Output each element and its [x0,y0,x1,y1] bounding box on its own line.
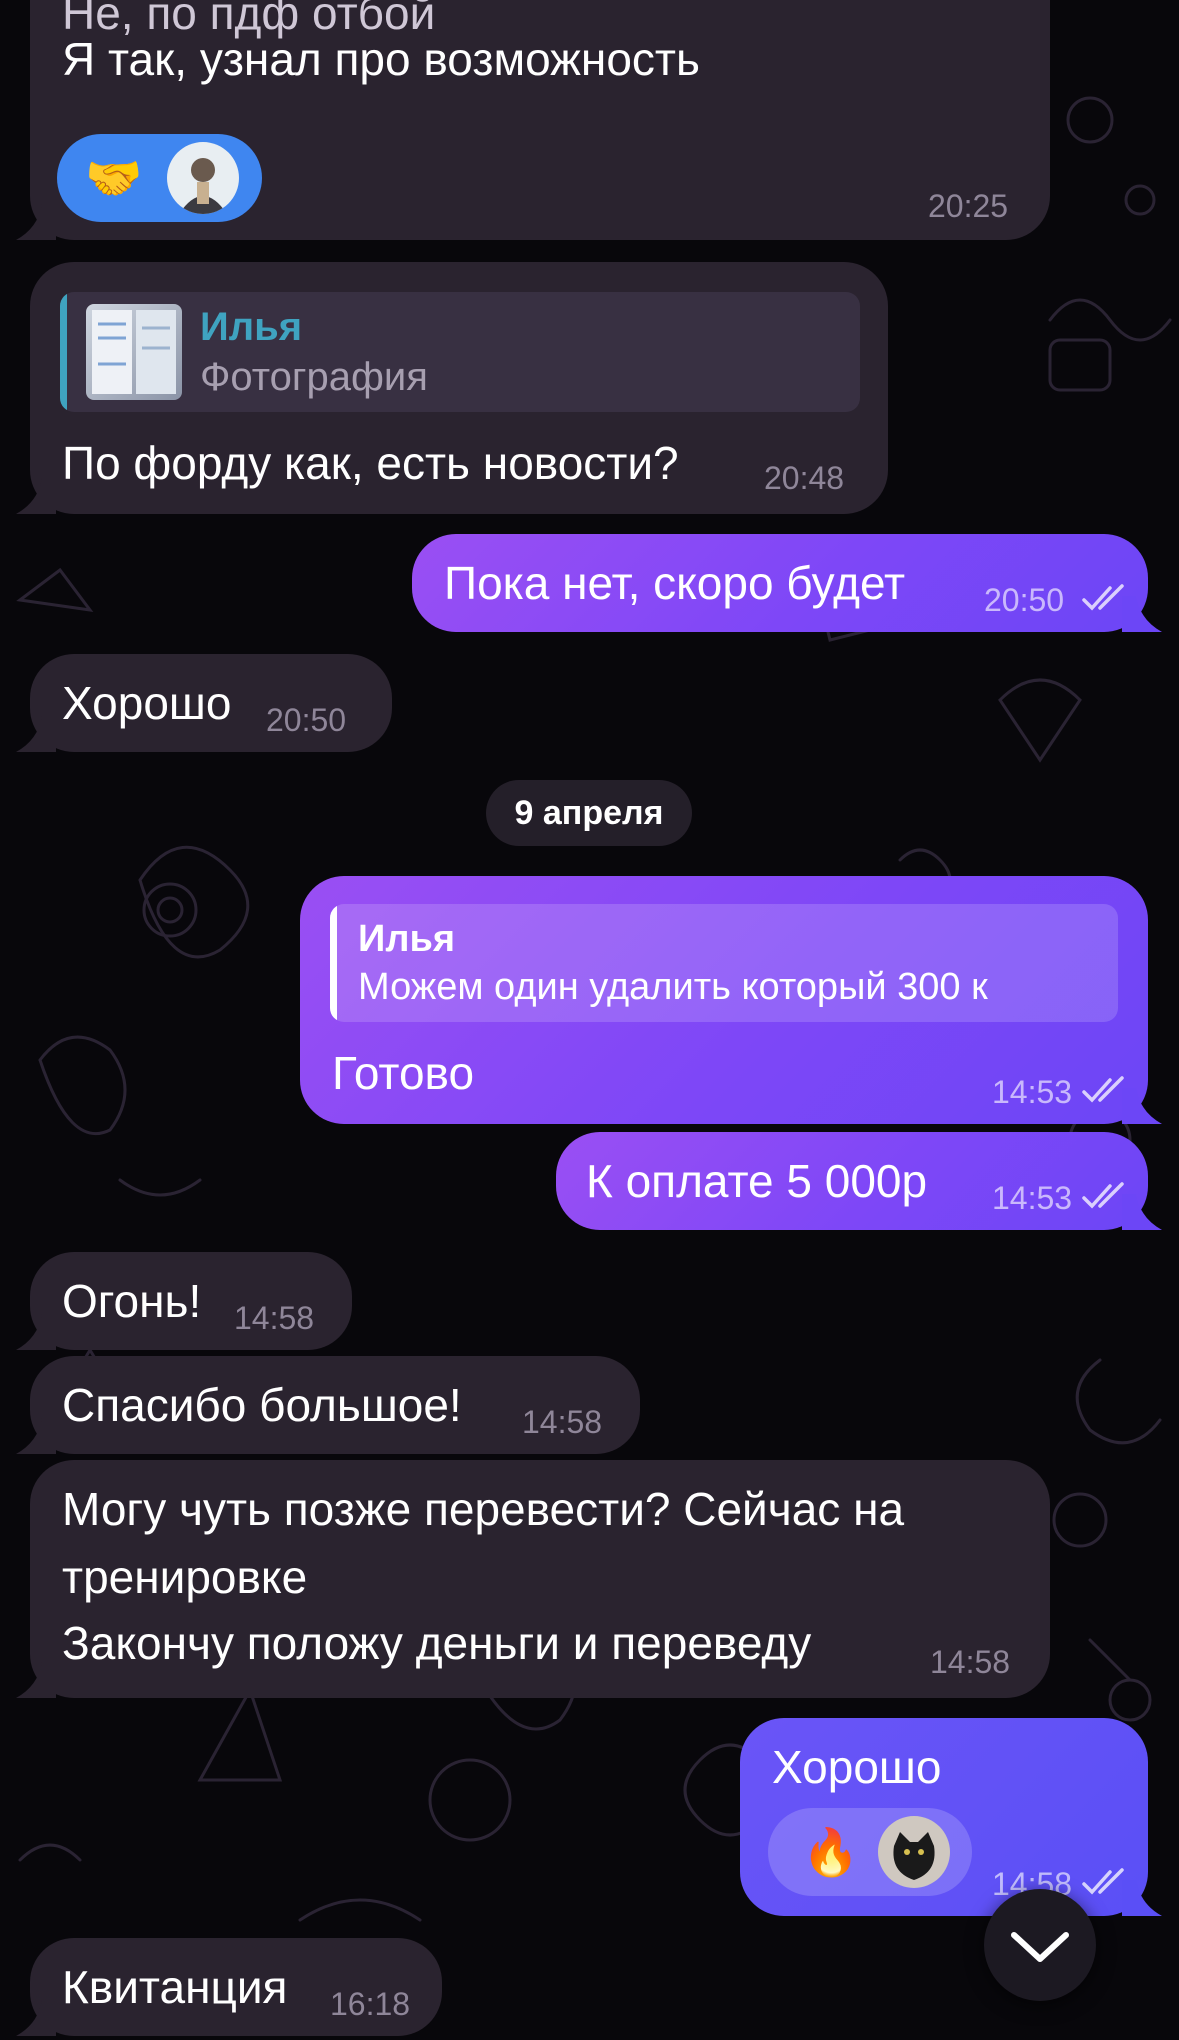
bubble-tail [16,1418,56,1454]
reaction-pill[interactable]: 🤝 [57,134,262,222]
message-time: 14:53 [992,1180,1073,1216]
reply-accent-bar [330,904,337,1022]
reply-accent-bar [60,292,67,412]
handshake-icon: 🤝 [85,152,143,204]
reply-author: Илья [358,918,455,960]
message-time: 14:53 [992,1074,1073,1110]
reply-text: Можем один удалить который 300 к [358,966,988,1008]
reaction-pill[interactable]: 🔥 [768,1808,972,1896]
reactor-avatar [878,1816,950,1888]
bubble-tail [16,1314,56,1350]
message-text: Квитанция [62,1961,288,2013]
message-text: тренировке [62,1551,308,1603]
bubble-tail [16,716,56,752]
double-check-icon [1082,1182,1124,1209]
bubble-tail [1122,1880,1162,1916]
outgoing-message[interactable]: Илья Можем один удалить который 300 к Го… [300,876,1162,1124]
incoming-message[interactable]: Не, по пдф отбой Я так, узнал про возмож… [16,0,1050,240]
message-text: Могу чуть позже перевести? Сейчас на [62,1483,905,1535]
scroll-to-bottom-button[interactable] [984,1889,1096,2001]
message-text: Готово [332,1047,475,1099]
double-check-icon [1082,584,1124,611]
message-time: 20:50 [984,582,1065,618]
message-text: Я так, узнал про возможность [62,33,700,85]
reply-preview[interactable]: Илья Можем один удалить который 300 к [330,904,1118,1022]
message-time: 14:58 [930,1644,1011,1680]
message-text: По форду как, есть новости? [62,437,679,489]
fire-icon: 🔥 [802,1826,860,1878]
incoming-message[interactable]: Могу чуть позже перевести? Сейчас на тре… [16,1460,1050,1698]
date-separator: 9 апреля [486,780,692,846]
incoming-message[interactable]: Спасибо большое! 14:58 [16,1356,640,1454]
chevron-down-icon [1011,1932,1069,1962]
message-text: Огонь! [62,1275,202,1327]
double-check-icon [1082,1076,1124,1103]
incoming-message[interactable]: Огонь! 14:58 [16,1252,352,1350]
bubble-tail [1122,1194,1162,1230]
message-text: Закончу положу деньги и переведу [62,1617,812,1669]
bubble-tail [1122,1088,1162,1124]
incoming-message[interactable]: Квитанция 16:18 [16,1938,442,2036]
outgoing-message[interactable]: Хорошо 🔥 14:58 [740,1718,1162,1916]
message-time: 20:48 [764,460,845,496]
reactor-avatar [167,142,239,214]
message-time: 20:25 [928,188,1009,224]
reply-text: Фотография [200,355,428,399]
bubble-tail [16,204,56,240]
bubble-tail [1122,596,1162,632]
reply-author: Илья [200,305,303,349]
message-time: 14:58 [234,1300,315,1336]
message-time: 16:18 [330,1986,411,2022]
bubble-tail [16,2000,56,2036]
outgoing-message[interactable]: Пока нет, скоро будет 20:50 [412,534,1162,632]
message-text: Спасибо большое! [62,1379,462,1431]
outgoing-message[interactable]: К оплате 5 000р 14:53 [556,1132,1162,1230]
reply-preview[interactable]: Илья Фотография [60,292,860,412]
incoming-message[interactable]: Хорошо 20:50 [16,654,392,752]
message-time: 14:58 [522,1404,603,1440]
bubble-tail [16,478,56,514]
photo-thumbnail [86,304,182,400]
message-text: Хорошо [772,1741,942,1793]
bubble-tail [16,1662,56,1698]
message-text: Пока нет, скоро будет [444,557,906,609]
message-text: К оплате 5 000р [586,1155,928,1207]
message-text: Хорошо [62,677,232,729]
message-time: 20:50 [266,702,347,738]
incoming-message[interactable]: Илья Фотография По форду как, есть новос… [16,262,888,514]
